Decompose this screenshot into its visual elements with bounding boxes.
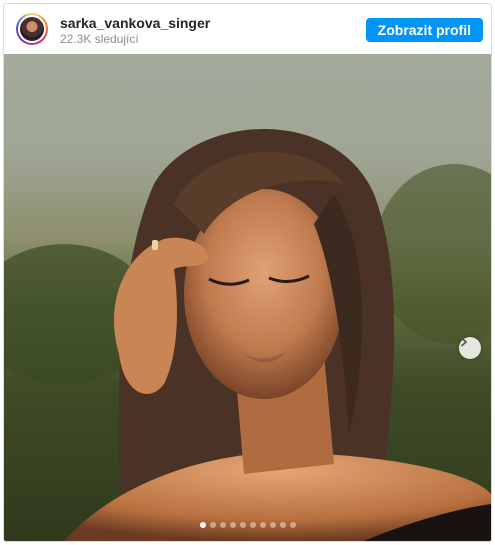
view-profile-button[interactable]: Zobrazit profil — [365, 18, 483, 42]
post-header: sarka_vankova_singer 22.3K sledující Zob… — [4, 4, 491, 54]
username-link[interactable]: sarka_vankova_singer — [60, 15, 210, 31]
carousel-dot — [259, 522, 266, 528]
carousel-dot — [219, 522, 226, 528]
carousel-dot — [279, 522, 286, 528]
carousel-dot — [199, 522, 206, 528]
avatar[interactable] — [16, 13, 48, 45]
avatar-image — [18, 15, 46, 43]
carousel-dot — [289, 522, 296, 528]
post-photo[interactable] — [4, 54, 491, 541]
carousel-dot — [249, 522, 256, 528]
instagram-embed: sarka_vankova_singer 22.3K sledující Zob… — [3, 3, 492, 542]
next-slide-button[interactable] — [459, 337, 481, 359]
carousel-dot — [269, 522, 276, 528]
chevron-right-icon — [461, 337, 467, 347]
carousel-dot — [229, 522, 236, 528]
portrait-illustration — [4, 54, 491, 541]
carousel-dot — [239, 522, 246, 528]
follower-count: 22.3K sledující — [60, 32, 139, 46]
carousel-dot — [209, 522, 216, 528]
carousel-indicators — [4, 522, 491, 530]
